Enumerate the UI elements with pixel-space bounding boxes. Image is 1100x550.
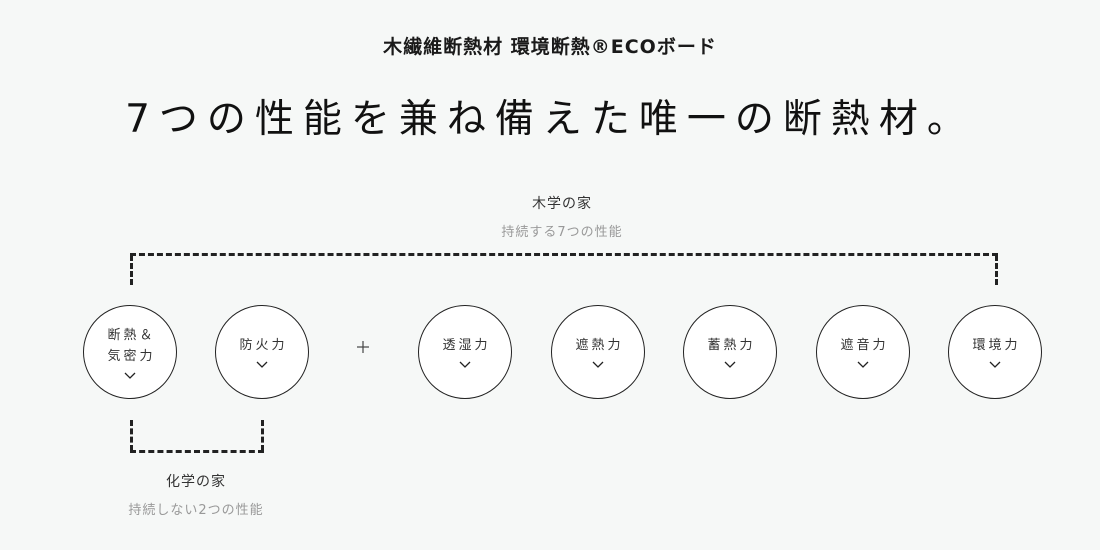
chevron-down-icon bbox=[592, 361, 604, 368]
performance-label: 遮熱力 bbox=[575, 338, 624, 353]
chevron-down-icon bbox=[724, 361, 736, 368]
performance-label: 防火力 bbox=[239, 338, 288, 353]
chemical-bracket-bottom-line bbox=[130, 450, 264, 453]
wood-house-subtitle: 持続する7つの性能 bbox=[501, 225, 623, 240]
performance-node-insulation-airtightness[interactable]: 断熱＆ 気密力 bbox=[83, 305, 177, 399]
chemical-bracket-left-leg bbox=[130, 420, 133, 451]
performance-label: 環境力 bbox=[972, 338, 1021, 353]
page-headline: 7つの性能を兼ね備えた唯一の断熱材。 bbox=[125, 97, 975, 142]
performance-node-sound-insulation[interactable]: 遮音力 bbox=[816, 305, 910, 399]
chevron-down-icon bbox=[989, 361, 1001, 368]
wood-bracket-right-leg bbox=[995, 255, 998, 285]
performance-node-heat-storage[interactable]: 蓄熱力 bbox=[683, 305, 777, 399]
performance-label: 透湿力 bbox=[442, 338, 491, 353]
chevron-down-icon bbox=[256, 361, 268, 368]
performance-label: 遮音力 bbox=[840, 338, 889, 353]
plus-icon bbox=[357, 341, 369, 353]
wood-bracket-top-line bbox=[130, 253, 998, 256]
chemical-house-title: 化学の家 bbox=[166, 474, 226, 490]
chemical-bracket-right-leg bbox=[261, 420, 264, 451]
performance-label: 断熱＆ 気密力 bbox=[107, 327, 156, 364]
performance-node-environmental[interactable]: 環境力 bbox=[948, 305, 1042, 399]
performance-node-fire-resistance[interactable]: 防火力 bbox=[215, 305, 309, 399]
performance-node-heat-shielding[interactable]: 遮熱力 bbox=[551, 305, 645, 399]
chevron-down-icon bbox=[857, 361, 869, 368]
wood-house-title: 木学の家 bbox=[532, 196, 592, 212]
chevron-down-icon bbox=[124, 372, 136, 379]
chemical-house-subtitle: 持続しない2つの性能 bbox=[128, 503, 264, 518]
wood-bracket-left-leg bbox=[130, 255, 133, 285]
performance-node-moisture-permeability[interactable]: 透湿力 bbox=[418, 305, 512, 399]
product-subheading: 木繊維断熱材 環境断熱®ECOボード bbox=[383, 36, 717, 58]
performance-label: 蓄熱力 bbox=[707, 338, 756, 353]
chevron-down-icon bbox=[459, 361, 471, 368]
